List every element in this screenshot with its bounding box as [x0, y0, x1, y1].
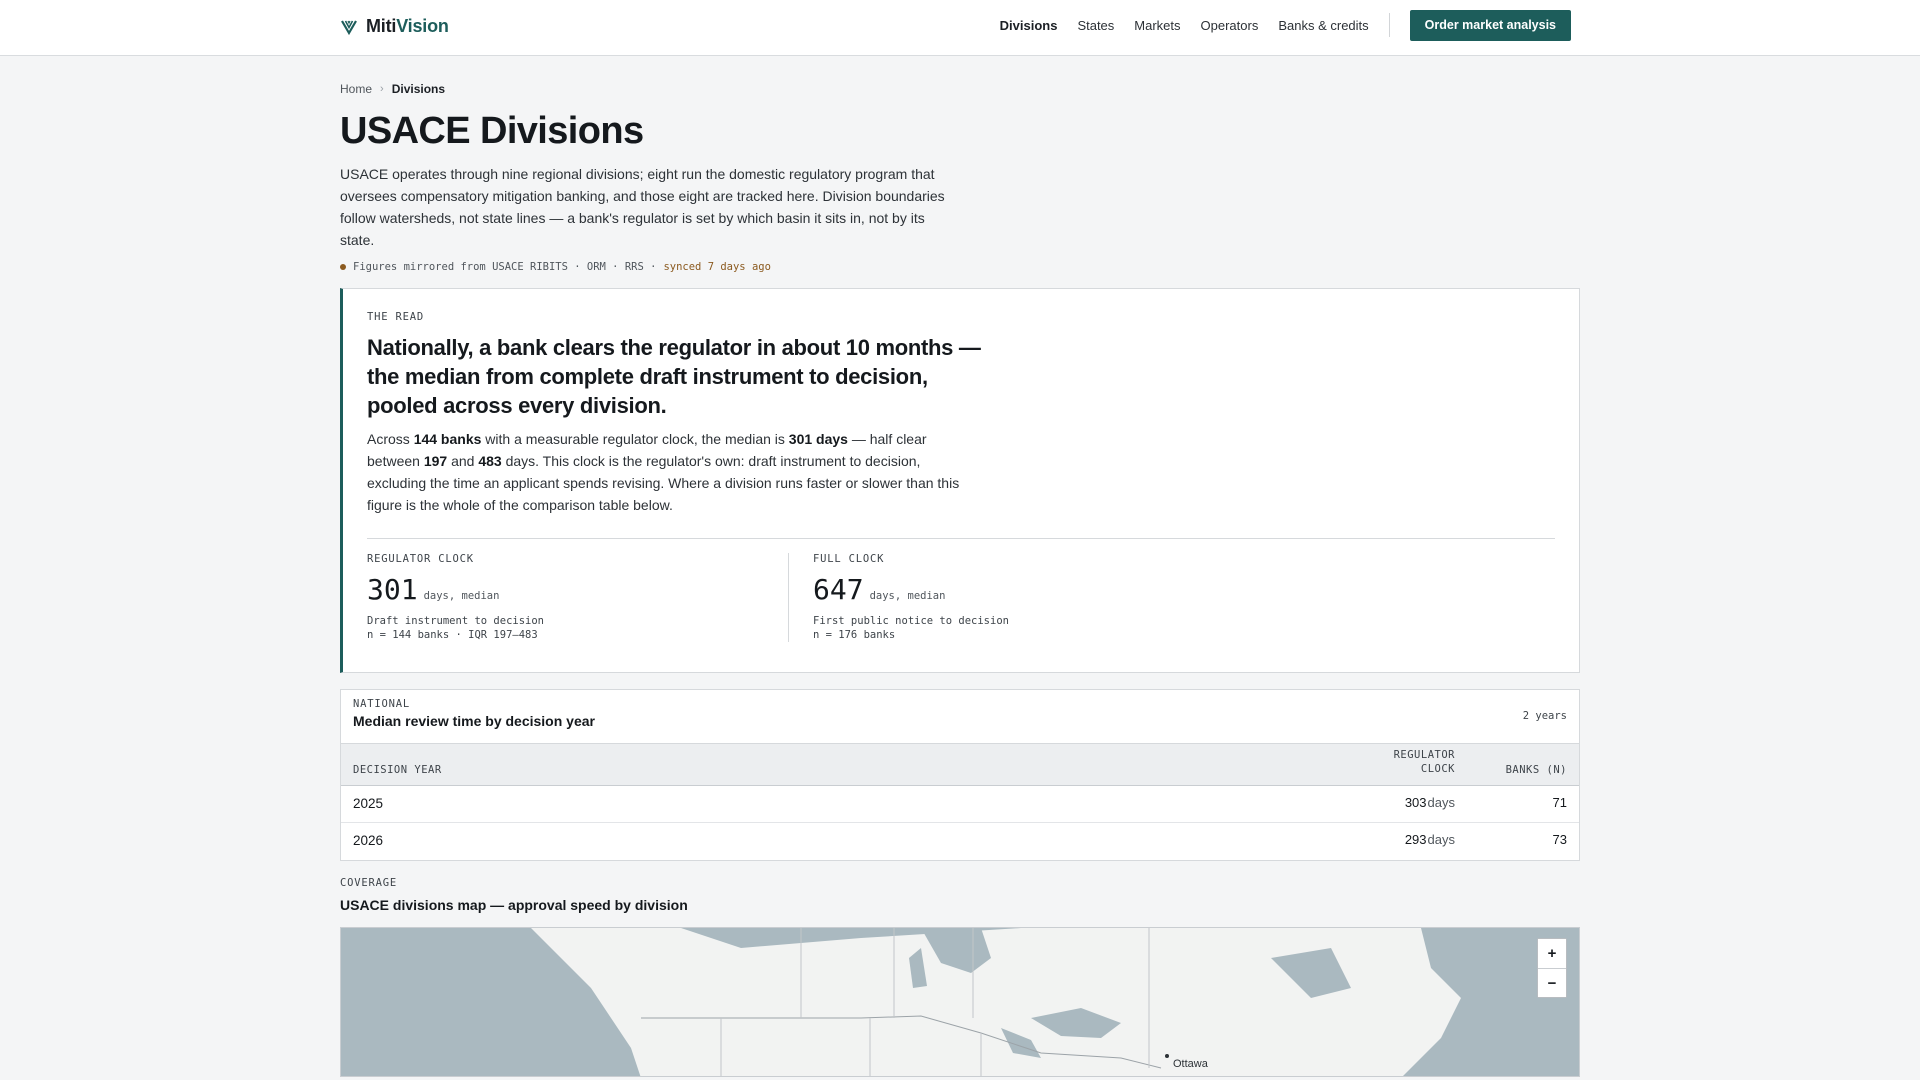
main-content: Home › Divisions USACE Divisions USACE o… — [340, 56, 1580, 1077]
iqr-low: 197 — [423, 453, 448, 469]
coverage-eyebrow: COVERAGE — [340, 877, 397, 889]
table-title: Median review time by decision year — [353, 713, 595, 729]
nav-operators[interactable]: Operators — [1201, 18, 1259, 33]
cell-regulator-clock: 303days — [1404, 795, 1455, 810]
nav-divisions[interactable]: Divisions — [1000, 18, 1058, 33]
nav-banks-credits[interactable]: Banks & credits — [1278, 18, 1368, 33]
zoom-in-button[interactable]: + — [1538, 939, 1566, 968]
top-navigation-bar: MitiVision Divisions States Markets Oper… — [0, 0, 1920, 56]
full-clock-stat: FULL CLOCK 647 days, median First public … — [788, 553, 1209, 642]
stat-description: Draft instrument to decision — [367, 615, 545, 627]
column-header-regulator-clock[interactable]: REGULATOR CLOCK — [1394, 748, 1455, 776]
breadcrumb-current: Divisions — [391, 82, 446, 96]
section-divider — [367, 538, 1555, 539]
divisions-map[interactable]: + − Ottawa — [340, 927, 1580, 1077]
cell-banks: 71 — [1552, 795, 1567, 810]
stat-unit: days, median — [423, 590, 500, 602]
cell-banks: 73 — [1552, 832, 1567, 847]
column-headers: DECISION YEAR REGULATOR CLOCK BANKS (N) — [341, 744, 1579, 786]
read-eyebrow: THE READ — [367, 311, 424, 323]
table-row: 2026 293days 73 — [341, 823, 1579, 860]
iqr-high: 483 — [478, 453, 502, 469]
coverage-title: USACE divisions map — approval speed by … — [340, 897, 688, 913]
page-intro: USACE operates through nine regional div… — [340, 166, 945, 248]
sync-source: Figures mirrored from USACE RIBITS · ORM… — [353, 261, 657, 273]
table-row: 2025 303days 71 — [341, 786, 1579, 823]
zoom-out-button[interactable]: − — [1538, 968, 1566, 997]
regulator-clock-stat: REGULATOR CLOCK 301 days, median Draft in… — [367, 553, 788, 642]
stat-unit: days, median — [869, 590, 946, 602]
main-nav: Divisions States Markets Operators Banks… — [980, 9, 1571, 41]
sync-status: Figures mirrored from USACE RIBITS · ORM… — [340, 261, 1580, 273]
clock-stats: REGULATOR CLOCK 301 days, median Draft in… — [367, 553, 1557, 642]
stat-value: 301 — [367, 573, 418, 606]
ottawa-marker — [1165, 1054, 1169, 1058]
column-header-banks[interactable]: BANKS (N) — [1506, 764, 1567, 776]
status-dot-icon — [340, 264, 346, 270]
stat-label: FULL CLOCK — [813, 553, 885, 565]
table-meta: 2 years — [1522, 710, 1567, 722]
map-place-label: Ottawa — [1173, 1058, 1208, 1070]
sync-age: synced 7 days ago — [663, 261, 771, 273]
the-read-card: THE READ Nationally, a bank clears the r… — [340, 288, 1580, 673]
map-basemap — [531, 928, 1461, 1076]
stat-label: REGULATOR CLOCK — [367, 553, 474, 565]
median-days: 301 days — [788, 431, 848, 447]
chevron-right-icon: › — [380, 83, 384, 95]
table-eyebrow: NATIONAL — [353, 698, 410, 710]
national-review-time-table: NATIONAL Median review time by decision … — [340, 689, 1580, 861]
stat-sample: n = 176 banks — [813, 629, 896, 641]
read-headline: Nationally, a bank clears the regulator … — [367, 335, 981, 418]
cell-year: 2025 — [353, 796, 384, 811]
stat-value: 647 — [813, 573, 864, 606]
brand-name: MitiVision — [366, 16, 449, 36]
table-header: NATIONAL Median review time by decision … — [341, 690, 1579, 744]
cell-year: 2026 — [353, 833, 384, 848]
bank-count: 144 banks — [413, 431, 482, 447]
stat-sample: n = 144 banks · IQR 197–483 — [367, 629, 538, 641]
column-header-decision-year[interactable]: DECISION YEAR — [353, 764, 442, 776]
brand-logo-link[interactable]: MitiVision — [340, 16, 449, 37]
leaf-chevron-icon — [341, 19, 357, 35]
nav-divider — [1388, 13, 1390, 37]
read-body: Across 144 banks with a measurable regul… — [367, 431, 960, 513]
breadcrumb: Home › Divisions — [340, 82, 1580, 96]
breadcrumb-home-link[interactable]: Home — [340, 82, 372, 96]
nav-markets[interactable]: Markets — [1134, 18, 1180, 33]
cell-regulator-clock: 293days — [1404, 832, 1455, 847]
map-zoom-control: + − — [1537, 938, 1567, 998]
stat-description: First public notice to decision — [813, 615, 1009, 627]
order-market-analysis-button[interactable]: Order market analysis — [1409, 9, 1571, 41]
nav-states[interactable]: States — [1077, 18, 1114, 33]
page-title: USACE Divisions — [340, 110, 644, 152]
